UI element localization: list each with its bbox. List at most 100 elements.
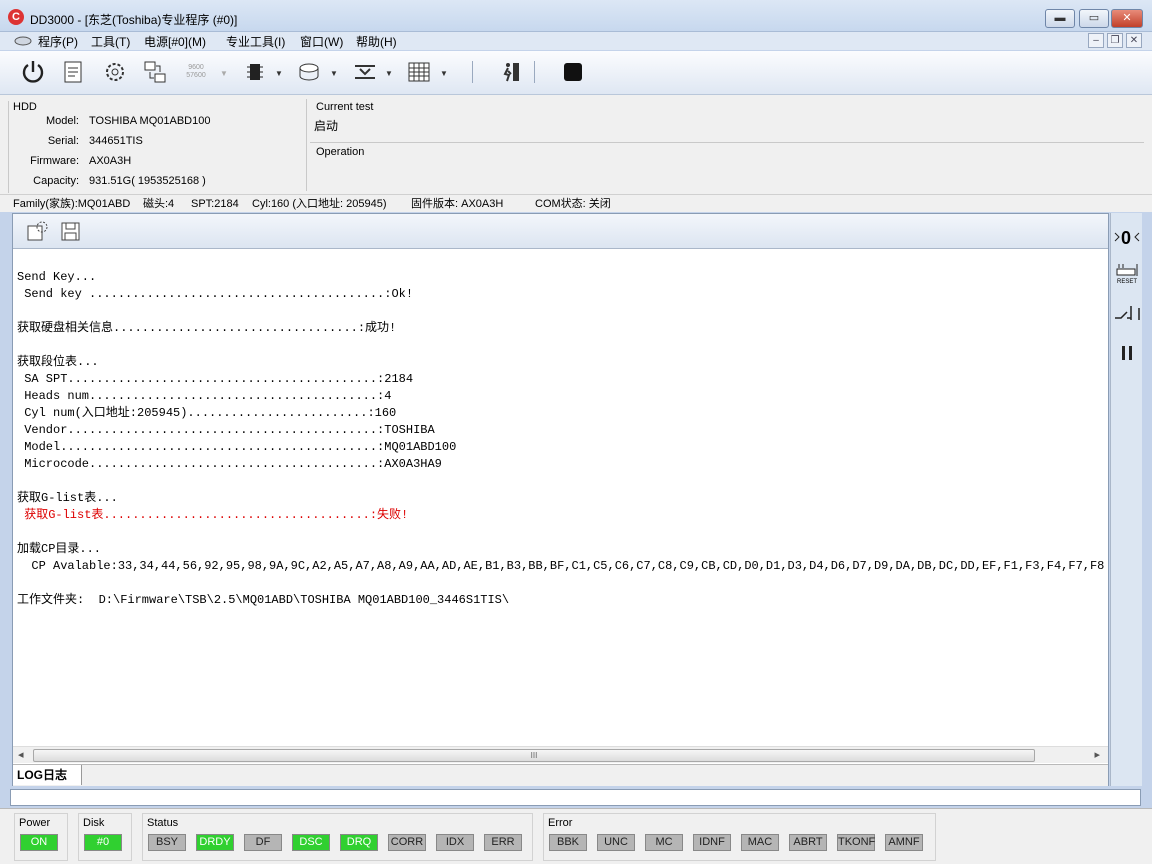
disk-button[interactable]	[295, 57, 325, 87]
document-icon	[64, 61, 82, 83]
baud-button[interactable]: 9600 57600	[181, 57, 211, 87]
reset-label: RESET	[1116, 278, 1137, 285]
horizontal-scrollbar[interactable]: ◂ III ▸	[13, 746, 1108, 763]
chip-button[interactable]	[240, 57, 270, 87]
log-text-area[interactable]: Send Key... Send key ...................…	[17, 269, 1105, 745]
power-switch-button[interactable]	[1113, 297, 1141, 329]
error-indicator-bbk: BBK	[549, 834, 587, 851]
gear-icon	[106, 63, 124, 81]
current-test-group: Current test 启动	[310, 101, 1144, 143]
power-indicator: ON	[20, 834, 58, 851]
menu-program[interactable]: 程序(P)	[38, 33, 78, 50]
title-bar: C DD3000 - [东芝(Toshiba)专业程序 (#0)] ▬ ▭ ✕	[0, 0, 1152, 32]
com-status-text: COM状态: 关闭	[535, 198, 611, 210]
log-line: Send key ...............................…	[17, 287, 414, 301]
power-status-group: Power ON	[14, 813, 68, 861]
status-indicator-corr: CORR	[388, 834, 426, 851]
baud-dropdown-arrow[interactable]: ▼	[220, 69, 228, 78]
stop-button[interactable]	[557, 57, 587, 87]
error-indicator-idnf: IDNF	[693, 834, 731, 851]
maximize-button[interactable]: ▭	[1079, 9, 1109, 28]
pause-button[interactable]	[1113, 337, 1141, 369]
power-button[interactable]	[18, 57, 48, 87]
grid-icon	[408, 62, 430, 82]
settings-button[interactable]	[100, 57, 130, 87]
menu-help[interactable]: 帮助(H)	[356, 33, 397, 50]
log-line: 获取硬盘相关信息................................…	[17, 321, 397, 335]
spt-text: SPT:2184	[191, 198, 239, 210]
disk-icon	[299, 63, 319, 81]
exit-button[interactable]	[496, 57, 526, 87]
error-indicator-mc: MC	[645, 834, 683, 851]
switch-icon	[1115, 306, 1140, 320]
status-indicator-dsc: DSC	[292, 834, 330, 851]
document-button[interactable]	[58, 57, 88, 87]
log-line: 获取G-list表...............................…	[17, 508, 409, 522]
menu-bar: 程序(P) 工具(T) 电源[#0](M) 专业工具(I) 窗口(W) 帮助(H…	[0, 32, 1152, 50]
log-save-button[interactable]	[59, 220, 83, 244]
menu-pro-tools[interactable]: 专业工具(I)	[226, 33, 285, 50]
scroll-thumb[interactable]: III	[33, 749, 1035, 762]
log-settings-button[interactable]	[25, 220, 49, 244]
log-line: 工作文件夹: D:\Firmware\TSB\2.5\MQ01ABD\TOSHI…	[17, 593, 510, 607]
chip-icon	[247, 64, 263, 80]
minimize-button[interactable]: ▬	[1045, 9, 1075, 28]
scroll-left-arrow[interactable]: ◂	[18, 748, 24, 761]
chip-dropdown-arrow[interactable]: ▼	[275, 69, 283, 78]
drive-menu-icon[interactable]	[14, 36, 32, 46]
menu-tools[interactable]: 工具(T)	[91, 33, 130, 50]
toolbar: 9600 57600 ▼ ▼ ▼ ▼ ▼	[0, 51, 1152, 95]
exit-icon	[503, 63, 519, 82]
serial-value: 344651TIS	[89, 135, 143, 147]
mdi-close-button[interactable]: ✕	[1126, 33, 1142, 48]
menu-window[interactable]: 窗口(W)	[300, 33, 343, 50]
disk-dropdown-arrow[interactable]: ▼	[330, 69, 338, 78]
reset-icon	[1116, 263, 1138, 276]
status-bar: Power ON Disk #0 Status BSY DRDY DF DSC DRQ C…	[0, 808, 1152, 864]
scroll-right-arrow[interactable]: ▸	[1094, 748, 1100, 761]
reset-button[interactable]: RESET	[1113, 257, 1141, 289]
command-input[interactable]	[10, 789, 1141, 806]
status-indicator-err: ERR	[484, 834, 522, 851]
log-line: CP Avalable:33,34,44,56,92,95,98,9A,9C,A…	[17, 559, 1105, 573]
log-line: 获取G-list表...	[17, 491, 118, 505]
mdi-restore-button[interactable]: ❐	[1107, 33, 1123, 48]
head-icon	[355, 65, 375, 79]
pause-icon	[1122, 346, 1132, 360]
head-button[interactable]	[350, 57, 380, 87]
menu-power[interactable]: 电源[#0](M)	[144, 33, 206, 50]
info-area: HDD Model: TOSHIBA MQ01ABD100 Serial: 34…	[0, 95, 1152, 194]
window-title: DD3000 - [东芝(Toshiba)专业程序 (#0)]	[30, 13, 238, 27]
grid-dropdown-arrow[interactable]: ▼	[440, 69, 448, 78]
transfer-icon	[144, 61, 166, 83]
log-line: SA SPT..................................…	[17, 372, 414, 386]
transfer-button[interactable]	[140, 57, 170, 87]
firmware-label: Firmware:	[30, 155, 79, 167]
disk-status-group: Disk #0	[78, 813, 132, 861]
head-dropdown-arrow[interactable]: ▼	[385, 69, 393, 78]
zero-button[interactable]: 0	[1113, 221, 1141, 253]
family-text: Family(家族):MQ01ABD	[13, 198, 131, 210]
tab-log[interactable]: LOG日志	[13, 765, 82, 785]
close-button[interactable]: ✕	[1111, 9, 1143, 28]
app-icon: C	[8, 9, 24, 25]
mdi-minimize-button[interactable]: –	[1088, 33, 1104, 48]
disk-status-title: Disk	[83, 817, 105, 829]
log-toolbar	[13, 214, 1108, 249]
log-line: 加载CP目录...	[17, 542, 102, 556]
current-test-value: 启动	[314, 119, 339, 133]
grid-button[interactable]	[404, 57, 434, 87]
error-status-title: Error	[548, 817, 573, 829]
cyl-text: Cyl:160 (入口地址: 205945)	[252, 198, 387, 210]
power-status-title: Power	[19, 817, 51, 829]
log-line: Send Key...	[17, 270, 97, 284]
status-indicator-df: DF	[244, 834, 282, 851]
error-indicator-mac: MAC	[741, 834, 779, 851]
hdd-group: HDD Model: TOSHIBA MQ01ABD100 Serial: 34…	[8, 101, 306, 193]
family-info-bar: Family(家族):MQ01ABD 磁头:4 SPT:2184 Cyl:160…	[0, 194, 1152, 212]
status-indicator-idx: IDX	[436, 834, 474, 851]
right-tool-bar: 0 RESET	[1110, 213, 1142, 786]
error-indicator-unc: UNC	[597, 834, 635, 851]
